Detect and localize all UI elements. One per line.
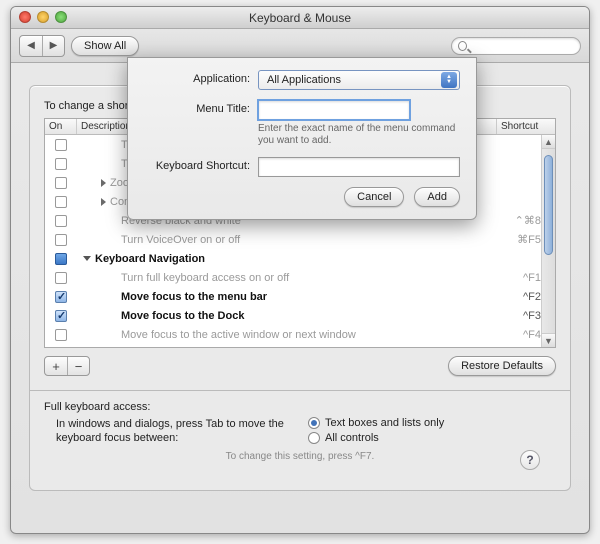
help-button[interactable]: ?: [520, 450, 540, 470]
table-row[interactable]: Move focus to the menu bar^F2: [45, 287, 555, 306]
disclosure-down-icon[interactable]: [83, 256, 91, 261]
checkbox[interactable]: [55, 310, 67, 322]
add-shortcut-sheet: Application: All Applications ▲▼ Menu Ti…: [127, 57, 477, 220]
table-row[interactable]: Turn VoiceOver on or off⌘F5: [45, 230, 555, 249]
titlebar[interactable]: Keyboard & Mouse: [11, 7, 589, 29]
application-popup[interactable]: All Applications ▲▼: [258, 70, 460, 90]
keyboard-shortcut-label: Keyboard Shortcut:: [138, 157, 250, 172]
window-controls: [19, 11, 67, 23]
close-icon[interactable]: [19, 11, 31, 23]
row-label: Move focus to the menu bar: [121, 291, 267, 303]
checkbox[interactable]: [55, 329, 67, 341]
checkbox[interactable]: [55, 291, 67, 303]
add-row-button[interactable]: +: [45, 357, 67, 375]
table-row[interactable]: Turn full keyboard access on or off^F1: [45, 268, 555, 287]
menu-title-label: Menu Title:: [138, 100, 250, 115]
zoom-icon[interactable]: [55, 11, 67, 23]
minimize-icon[interactable]: [37, 11, 49, 23]
application-label: Application:: [138, 70, 250, 85]
menu-title-help: Enter the exact name of the menu command…: [258, 123, 460, 147]
fka-radio-group: Text boxes and lists only All controls: [308, 417, 444, 444]
show-all-button[interactable]: Show All: [71, 36, 139, 56]
scrollbar[interactable]: ▲ ▼: [541, 135, 555, 347]
radio-icon: [308, 432, 320, 444]
forward-button[interactable]: ▶: [42, 36, 64, 56]
popup-arrows-icon: ▲▼: [441, 72, 457, 88]
fka-heading: Full keyboard access:: [44, 401, 556, 413]
checkbox[interactable]: [55, 215, 67, 227]
table-row[interactable]: Move focus to the active window or next …: [45, 325, 555, 344]
disclosure-right-icon[interactable]: [101, 198, 106, 206]
restore-defaults-button[interactable]: Restore Defaults: [448, 356, 556, 376]
back-button[interactable]: ◀: [20, 36, 42, 56]
scroll-down-icon[interactable]: ▼: [542, 333, 555, 347]
table-row[interactable]: Move focus to the Dock^F3: [45, 306, 555, 325]
row-label: Turn VoiceOver on or off: [121, 234, 240, 246]
col-on[interactable]: On: [45, 119, 77, 134]
row-label: Move focus to the Dock: [121, 310, 244, 322]
menu-title-field[interactable]: [258, 100, 410, 120]
checkbox[interactable]: [55, 272, 67, 284]
fka-option2-label: All controls: [325, 432, 379, 444]
scroll-up-icon[interactable]: ▲: [542, 135, 555, 149]
add-button[interactable]: Add: [414, 187, 460, 207]
keyboard-shortcut-field[interactable]: [258, 157, 460, 177]
nav-back-forward: ◀ ▶: [19, 35, 65, 57]
fka-hint: To change this setting, press ^F7.: [44, 451, 556, 462]
table-row[interactable]: Move focus to the window toolbar^F5: [45, 344, 555, 347]
fka-option1-label: Text boxes and lists only: [325, 417, 444, 429]
add-remove-segmented: + −: [44, 356, 90, 376]
row-label: Turn full keyboard access on or off: [121, 272, 289, 284]
fka-option-textboxes[interactable]: Text boxes and lists only: [308, 417, 444, 429]
checkbox[interactable]: [55, 139, 67, 151]
full-keyboard-access: Full keyboard access: In windows and dia…: [44, 401, 556, 480]
search-field[interactable]: [451, 37, 581, 55]
search-input[interactable]: [471, 40, 574, 52]
window-title: Keyboard & Mouse: [249, 11, 351, 25]
application-value: All Applications: [267, 74, 341, 86]
remove-row-button[interactable]: −: [67, 357, 89, 375]
prefs-window: Keyboard & Mouse ◀ ▶ Show All To change …: [10, 6, 590, 534]
table-row[interactable]: Keyboard Navigation: [45, 249, 555, 268]
cancel-button[interactable]: Cancel: [344, 187, 404, 207]
row-label: Keyboard Navigation: [95, 253, 205, 265]
radio-icon: [308, 417, 320, 429]
checkbox[interactable]: [55, 177, 67, 189]
row-label: Move focus to the active window or next …: [121, 329, 356, 341]
scroll-thumb[interactable]: [544, 155, 553, 255]
checkbox[interactable]: [55, 196, 67, 208]
table-controls: + − Restore Defaults: [44, 356, 556, 376]
checkbox[interactable]: [55, 158, 67, 170]
col-shortcut[interactable]: Shortcut: [497, 119, 555, 134]
fka-description: In windows and dialogs, press Tab to mov…: [44, 417, 294, 445]
fka-option-allcontrols[interactable]: All controls: [308, 432, 444, 444]
search-icon: [458, 41, 467, 51]
divider: [30, 390, 570, 391]
checkbox[interactable]: [55, 234, 67, 246]
disclosure-right-icon[interactable]: [101, 179, 106, 187]
checkbox[interactable]: [55, 253, 67, 265]
